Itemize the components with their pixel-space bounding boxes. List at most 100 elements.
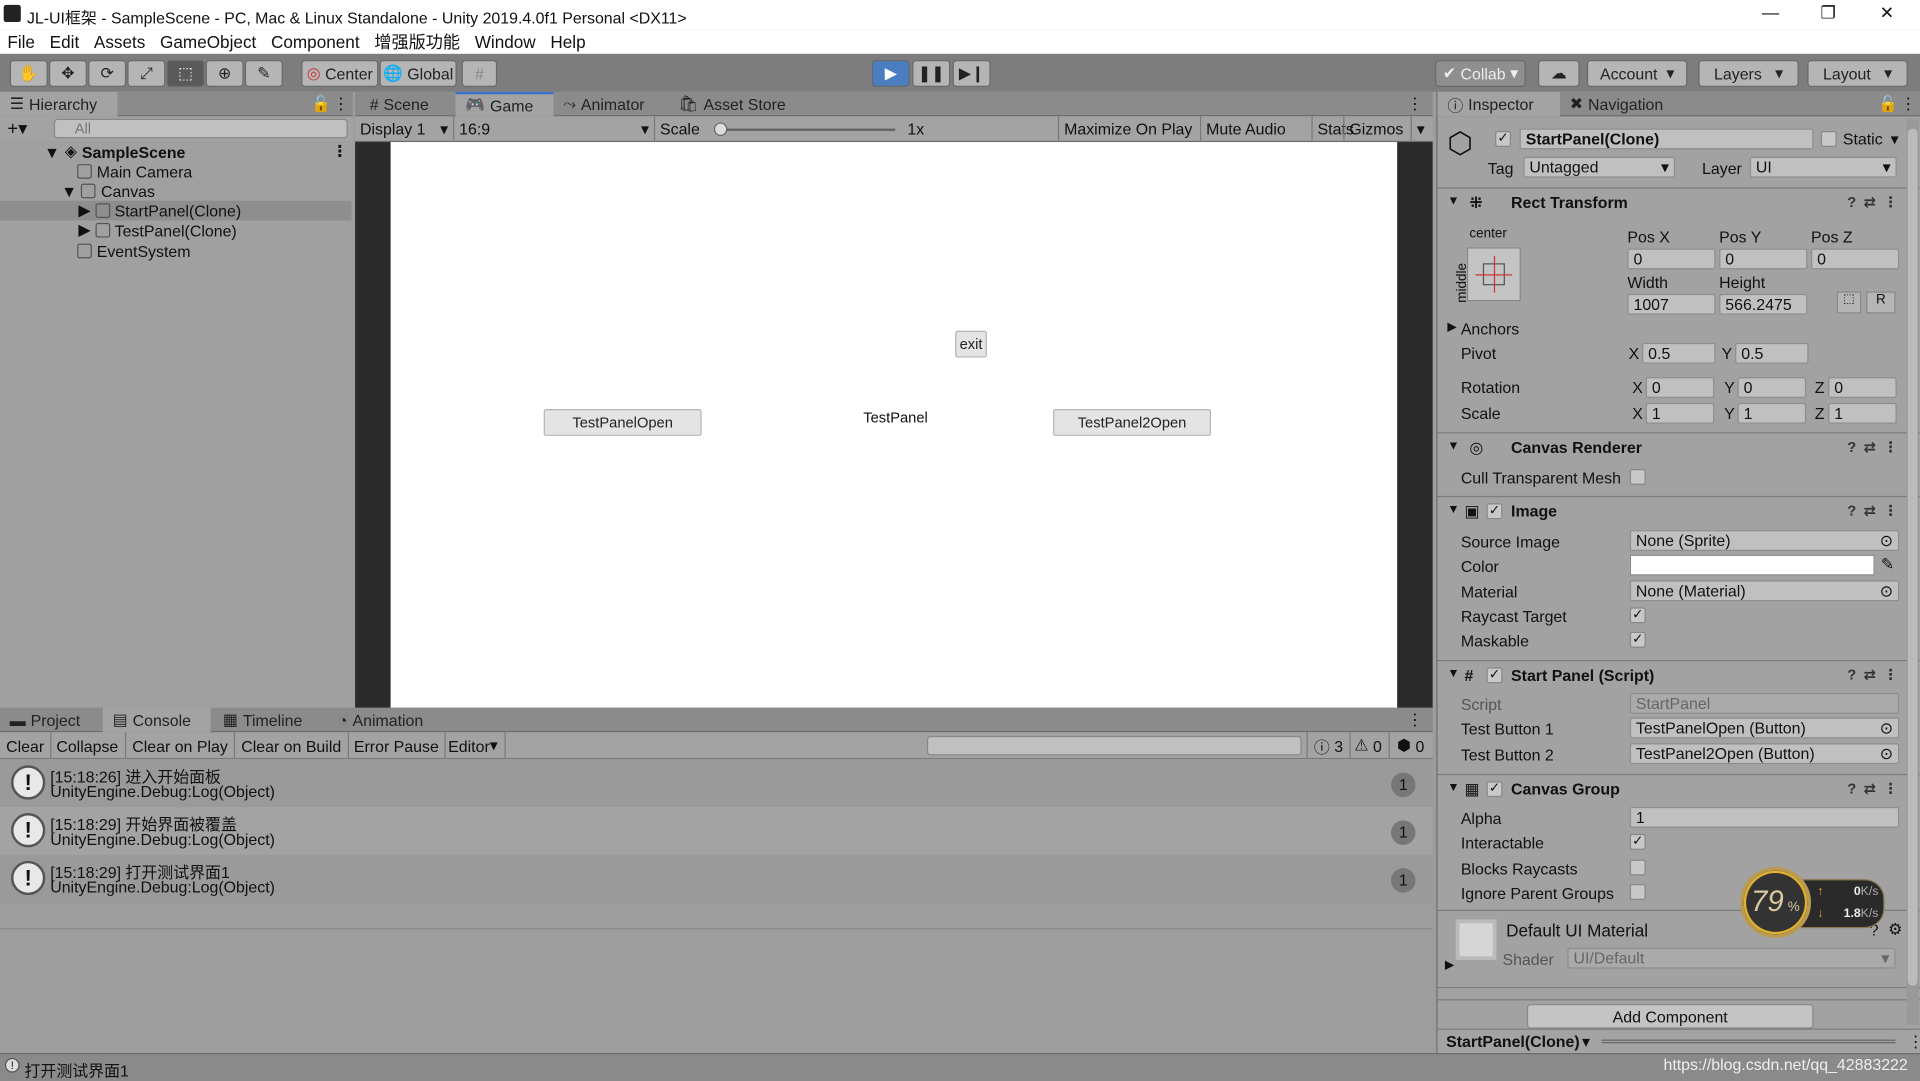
scale-tool-icon[interactable]: ⤢	[127, 60, 166, 87]
scrollbar-thumb[interactable]	[1907, 128, 1918, 986]
test-button1-field[interactable]: TestPanelOpen (Button) ⊙	[1629, 717, 1900, 739]
color-swatch[interactable]	[1629, 554, 1875, 576]
tab-animation[interactable]: ◔ Animation	[328, 708, 433, 732]
maximize-on-play-toggle[interactable]: Maximize On Play	[1057, 116, 1197, 143]
hand-tool-icon[interactable]: ✋	[9, 60, 48, 87]
lock-icon[interactable]: 🔓	[1878, 94, 1898, 114]
rect-tool-icon[interactable]: ⬚	[166, 60, 205, 87]
anchors-foldout[interactable]: Anchors	[1461, 320, 1519, 338]
rotation-z-input[interactable]: 0	[1828, 377, 1897, 398]
chevron-down-icon[interactable]: ▾	[1582, 1032, 1590, 1052]
more-icon[interactable]: ⋮	[1407, 710, 1423, 730]
console-search-input[interactable]	[926, 735, 1302, 756]
eyedropper-icon[interactable]: ✎	[1881, 555, 1894, 575]
source-image-field[interactable]: None (Sprite) ⊙	[1629, 530, 1900, 552]
object-picker-icon[interactable]: ⊙	[1880, 744, 1893, 762]
active-checkbox[interactable]: ✓	[1495, 131, 1512, 147]
add-icon[interactable]: +▾	[7, 118, 27, 140]
static-checkbox[interactable]	[1820, 131, 1837, 147]
tab-inspector[interactable]: ⓘ Inspector	[1437, 91, 1561, 117]
log-entry[interactable]: ! [15:18:29] 开始界面被覆盖 UnityEngine.Debug:Log…	[0, 806, 1433, 855]
blueprint-mode-button[interactable]: ⬚	[1836, 291, 1862, 314]
anchor-presets-button[interactable]	[1466, 247, 1521, 302]
object-picker-icon[interactable]: ⊙	[1880, 531, 1893, 549]
tab-navigation[interactable]: ✖ Navigation	[1560, 92, 1673, 116]
tab-hierarchy[interactable]: ☰ Hierarchy	[0, 91, 118, 117]
cloud-icon[interactable]: ☁	[1537, 60, 1580, 87]
menu-gameobject[interactable]: GameObject	[153, 32, 264, 52]
script-enabled-checkbox[interactable]: ✓	[1486, 667, 1503, 684]
clear-on-build-button[interactable]: Clear on Build	[235, 732, 349, 760]
scale-x-input[interactable]: 1	[1645, 402, 1715, 424]
raycast-target-checkbox[interactable]: ✓	[1629, 607, 1646, 624]
warning-filter-toggle[interactable]: ⚠ 0	[1348, 732, 1390, 760]
tag-dropdown[interactable]: Untagged ▾	[1523, 156, 1676, 178]
pivot-global-toggle[interactable]: 🌐 Global	[379, 60, 457, 87]
tab-asset-store[interactable]: 🛍 Asset Store	[669, 92, 796, 116]
canvas-group-header[interactable]: ▼ ▦ ✓ Canvas Group ?⇄⋮	[1437, 773, 1920, 803]
component-actions-icons[interactable]: ?⇄⋮	[1847, 193, 1905, 210]
test-panel2-open-button[interactable]: TestPanel2Open	[1053, 408, 1212, 436]
collapse-button[interactable]: Collapse	[50, 732, 126, 760]
maskable-checkbox[interactable]: ✓	[1629, 631, 1646, 648]
move-tool-icon[interactable]: ✥	[48, 60, 87, 87]
posz-input[interactable]: 0	[1811, 248, 1900, 270]
pivot-center-toggle[interactable]: ◎ Center	[301, 60, 379, 87]
close-button[interactable]: ✕	[1869, 2, 1906, 23]
menu-edit[interactable]: Edit	[42, 32, 86, 52]
inspector-scrollbar[interactable]	[1906, 118, 1919, 1025]
menu-file[interactable]: File	[0, 32, 42, 52]
interactable-checkbox[interactable]: ✓	[1629, 833, 1646, 850]
custom-tool-icon[interactable]: ✎	[244, 60, 283, 87]
tab-game[interactable]: 🎮 Game	[455, 91, 554, 117]
tab-scene[interactable]: # Scene	[360, 92, 439, 116]
tab-project[interactable]: ▬ Project	[0, 708, 90, 732]
step-button[interactable]: ▶❙	[952, 60, 991, 87]
layer-dropdown[interactable]: UI ▾	[1749, 156, 1897, 178]
image-enabled-checkbox[interactable]: ✓	[1486, 503, 1503, 520]
pause-button[interactable]: ❚❚	[912, 60, 951, 87]
log-entry[interactable]: ! [15:18:26] 进入开始面板 UnityEngine.Debug:Log(…	[0, 759, 1433, 807]
error-filter-toggle[interactable]: ⬢ 0	[1391, 732, 1430, 759]
component-actions-icons[interactable]: ?⇄⋮	[1847, 666, 1905, 683]
more-icon[interactable]: ⋮	[1900, 94, 1916, 114]
object-picker-icon[interactable]: ⊙	[1880, 582, 1893, 600]
more-icon[interactable]: ⋮	[1908, 1032, 1920, 1052]
snap-icon[interactable]: #	[461, 60, 498, 87]
rect-transform-header[interactable]: ▼ ⁜ Rect Transform ?⇄⋮	[1437, 187, 1920, 216]
scale-slider-thumb[interactable]	[713, 122, 728, 136]
clear-on-play-button[interactable]: Clear on Play	[126, 732, 236, 760]
aspect-dropdown[interactable]: 16:9 ▾	[453, 116, 654, 143]
menu-help[interactable]: Help	[543, 32, 593, 52]
pivot-y-input[interactable]: 0.5	[1735, 342, 1809, 364]
test-button2-field[interactable]: TestPanel2Open (Button) ⊙	[1629, 743, 1900, 765]
hierarchy-item-samplescene[interactable]: ▼ ◈ SampleScene ⋮	[0, 142, 351, 162]
pivot-x-input[interactable]: 0.5	[1642, 342, 1716, 364]
error-pause-button[interactable]: Error Pause	[348, 732, 447, 760]
test-panel-open-button[interactable]: TestPanelOpen	[543, 408, 702, 436]
rotation-y-input[interactable]: 0	[1737, 377, 1807, 398]
minimize-button[interactable]: —	[1752, 2, 1789, 22]
menu-enhanced[interactable]: 增强版功能	[367, 29, 467, 53]
scale-z-input[interactable]: 1	[1828, 402, 1897, 424]
tab-console[interactable]: ▤ Console	[102, 707, 211, 733]
gameobject-name-input[interactable]: StartPanel(Clone)	[1519, 128, 1814, 150]
menu-assets[interactable]: Assets	[87, 32, 153, 52]
lock-icon[interactable]: 🔓	[311, 94, 331, 114]
mute-audio-toggle[interactable]: Mute Audio	[1200, 116, 1291, 143]
more-icon[interactable]: ⋮	[332, 142, 348, 162]
material-field[interactable]: None (Material) ⊙	[1629, 580, 1900, 602]
tab-animator[interactable]: ⤳ Animator	[553, 92, 654, 116]
selected-object-dropdown[interactable]: StartPanel(Clone)	[1446, 1032, 1580, 1050]
preview-resize-handle[interactable]	[1601, 1039, 1896, 1044]
canvas-renderer-header[interactable]: ▼ ◎ Canvas Renderer ?⇄⋮	[1437, 432, 1920, 461]
start-panel-script-header[interactable]: ▼ # ✓ Start Panel (Script) ?⇄⋮	[1437, 660, 1920, 689]
blocks-raycasts-checkbox[interactable]	[1629, 859, 1646, 876]
status-message[interactable]: 打开测试界面1	[24, 1058, 128, 1081]
hierarchy-item-canvas[interactable]: ▼ Canvas	[0, 181, 351, 201]
cull-transparent-checkbox[interactable]	[1629, 468, 1646, 485]
info-filter-toggle[interactable]: ⓘ 3	[1306, 732, 1351, 760]
gear-icon[interactable]: ⚙	[1888, 920, 1902, 940]
layout-dropdown[interactable]: Layout ▾	[1807, 60, 1908, 87]
collab-dropdown[interactable]: ✔ Collab ▾	[1435, 60, 1526, 87]
